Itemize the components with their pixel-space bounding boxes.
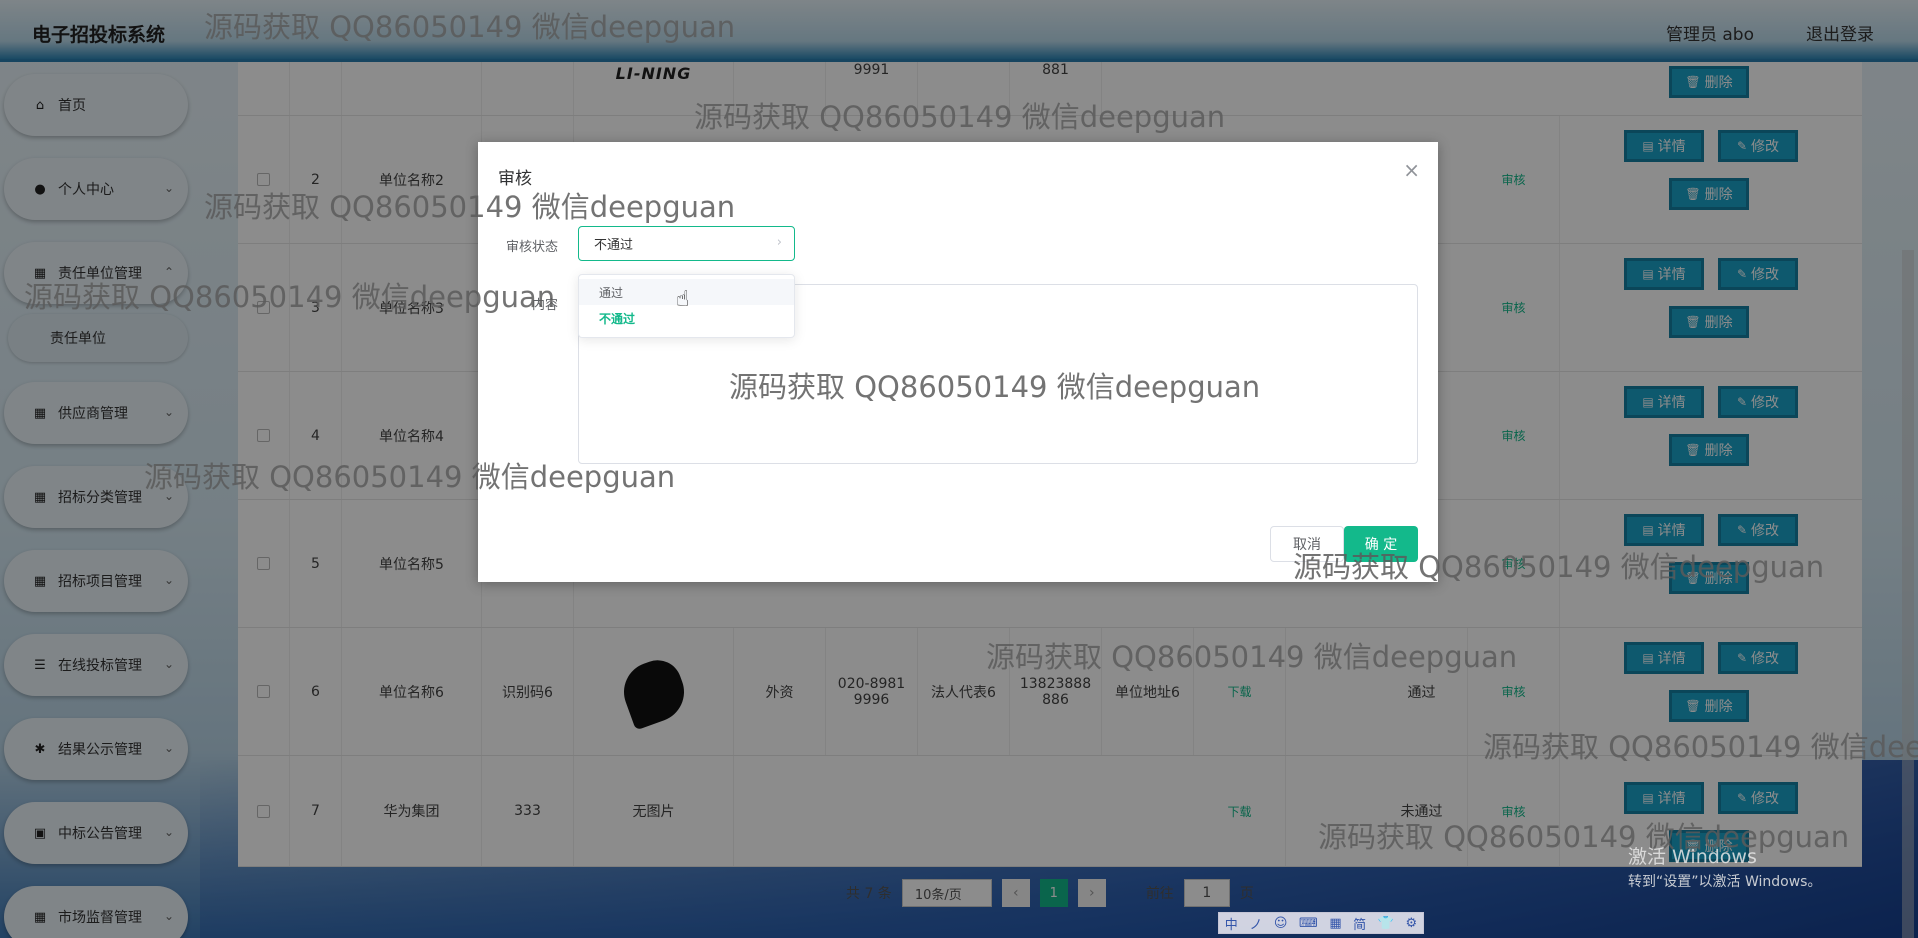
- close-icon[interactable]: ×: [1403, 158, 1420, 182]
- ime-punct-icon[interactable]: ノ: [1249, 914, 1262, 933]
- confirm-button[interactable]: 确 定: [1344, 526, 1418, 562]
- content-label: 内容: [531, 298, 558, 313]
- audit-status-label: 审核状态: [505, 240, 558, 255]
- chevron-icon: ›: [776, 235, 782, 250]
- audit-status-select[interactable]: 不通过 ›: [578, 226, 795, 261]
- dialog-title: 审核: [498, 169, 532, 189]
- ime-grid-icon[interactable]: ▦: [1329, 916, 1341, 931]
- audit-dialog: 审核 × 审核状态 不通过 › 内容 通过 不通过 ☝ 取消 确 定: [478, 142, 1438, 582]
- audit-status-value: 不通过: [594, 238, 634, 253]
- windows-activation-notice: 激活 Windows 转到“设置”以激活 Windows。: [1628, 846, 1822, 890]
- cancel-button[interactable]: 取消: [1270, 526, 1344, 562]
- hand-cursor-icon: ☝: [676, 287, 690, 312]
- ime-chinese-icon[interactable]: 中: [1225, 914, 1238, 933]
- ime-skin-icon[interactable]: 👕: [1378, 916, 1394, 931]
- ime-keyboard-icon[interactable]: ⌨: [1299, 916, 1318, 931]
- ime-emoji-icon[interactable]: ☺: [1274, 916, 1288, 931]
- ime-settings-icon[interactable]: ⚙: [1405, 916, 1417, 931]
- ime-toolbar[interactable]: 中 ノ ☺ ⌨ ▦ 简 👕 ⚙: [1218, 912, 1424, 934]
- ime-simplified-icon[interactable]: 简: [1353, 914, 1366, 933]
